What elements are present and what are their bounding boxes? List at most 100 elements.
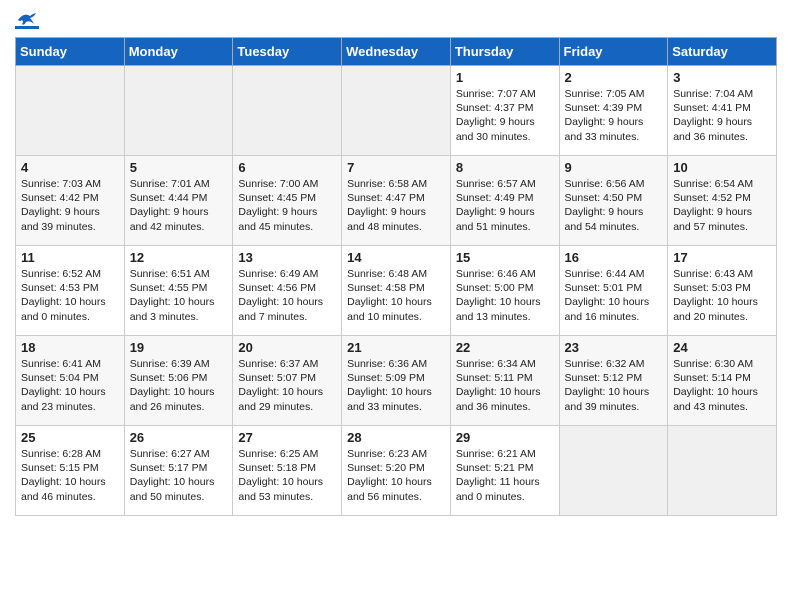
day-info: Sunrise: 6:41 AM Sunset: 5:04 PM Dayligh… <box>21 357 119 414</box>
day-number: 17 <box>673 250 771 265</box>
day-info: Sunrise: 6:43 AM Sunset: 5:03 PM Dayligh… <box>673 267 771 324</box>
calendar-cell <box>124 66 233 156</box>
day-number: 7 <box>347 160 445 175</box>
day-number: 14 <box>347 250 445 265</box>
calendar-cell: 4Sunrise: 7:03 AM Sunset: 4:42 PM Daylig… <box>16 156 125 246</box>
calendar-cell <box>342 66 451 156</box>
day-info: Sunrise: 6:37 AM Sunset: 5:07 PM Dayligh… <box>238 357 336 414</box>
day-number: 13 <box>238 250 336 265</box>
header-day-wednesday: Wednesday <box>342 38 451 66</box>
day-info: Sunrise: 6:51 AM Sunset: 4:55 PM Dayligh… <box>130 267 228 324</box>
day-number: 12 <box>130 250 228 265</box>
calendar-cell: 13 Sunrise: 6:49 AM Sunset: 4:56 PM Dayli… <box>233 246 342 336</box>
day-number: 16 <box>565 250 663 265</box>
calendar-cell <box>233 66 342 156</box>
calendar-cell: 6Sunrise: 7:00 AM Sunset: 4:45 PM Daylig… <box>233 156 342 246</box>
day-info: Sunrise: 7:01 AM Sunset: 4:44 PM Dayligh… <box>130 177 228 234</box>
day-number: 21 <box>347 340 445 355</box>
calendar-cell: 3 Sunrise: 7:04 AM Sunset: 4:41 PM Daylig… <box>668 66 777 156</box>
calendar-cell: 15 Sunrise: 6:46 AM Sunset: 5:00 PM Dayli… <box>450 246 559 336</box>
calendar-week-2: 4Sunrise: 7:03 AM Sunset: 4:42 PM Daylig… <box>16 156 777 246</box>
day-number: 10 <box>673 160 771 175</box>
day-number: 4 <box>21 160 119 175</box>
header-row: SundayMondayTuesdayWednesdayThursdayFrid… <box>16 38 777 66</box>
day-info: Sunrise: 7:04 AM Sunset: 4:41 PM Dayligh… <box>673 87 771 144</box>
day-info: Sunrise: 6:58 AM Sunset: 4:47 PM Dayligh… <box>347 177 445 234</box>
day-info: Sunrise: 6:56 AM Sunset: 4:50 PM Dayligh… <box>565 177 663 234</box>
calendar-cell: 12 Sunrise: 6:51 AM Sunset: 4:55 PM Dayli… <box>124 246 233 336</box>
calendar-cell: 11 Sunrise: 6:52 AM Sunset: 4:53 PM Dayli… <box>16 246 125 336</box>
calendar-cell: 8 Sunrise: 6:57 AM Sunset: 4:49 PM Daylig… <box>450 156 559 246</box>
day-number: 23 <box>565 340 663 355</box>
day-number: 20 <box>238 340 336 355</box>
day-number: 5 <box>130 160 228 175</box>
calendar-cell: 26 Sunrise: 6:27 AM Sunset: 5:17 PM Dayli… <box>124 426 233 516</box>
day-number: 22 <box>456 340 554 355</box>
calendar-week-3: 11 Sunrise: 6:52 AM Sunset: 4:53 PM Dayli… <box>16 246 777 336</box>
day-info: Sunrise: 6:32 AM Sunset: 5:12 PM Dayligh… <box>565 357 663 414</box>
page-header <box>15 10 777 29</box>
calendar-cell: 19 Sunrise: 6:39 AM Sunset: 5:06 PM Dayli… <box>124 336 233 426</box>
calendar-cell: 1 Sunrise: 7:07 AM Sunset: 4:37 PM Daylig… <box>450 66 559 156</box>
calendar-week-4: 18 Sunrise: 6:41 AM Sunset: 5:04 PM Dayli… <box>16 336 777 426</box>
day-info: Sunrise: 6:49 AM Sunset: 4:56 PM Dayligh… <box>238 267 336 324</box>
day-info: Sunrise: 6:52 AM Sunset: 4:53 PM Dayligh… <box>21 267 119 324</box>
calendar-cell <box>668 426 777 516</box>
day-number: 29 <box>456 430 554 445</box>
day-info: Sunrise: 6:57 AM Sunset: 4:49 PM Dayligh… <box>456 177 554 234</box>
calendar-cell <box>16 66 125 156</box>
day-info: Sunrise: 6:27 AM Sunset: 5:17 PM Dayligh… <box>130 447 228 504</box>
header-day-thursday: Thursday <box>450 38 559 66</box>
day-info: Sunrise: 6:54 AM Sunset: 4:52 PM Dayligh… <box>673 177 771 234</box>
day-number: 11 <box>21 250 119 265</box>
day-info: Sunrise: 6:34 AM Sunset: 5:11 PM Dayligh… <box>456 357 554 414</box>
day-info: Sunrise: 7:07 AM Sunset: 4:37 PM Dayligh… <box>456 87 554 144</box>
calendar-cell: 23 Sunrise: 6:32 AM Sunset: 5:12 PM Dayli… <box>559 336 668 426</box>
day-info: Sunrise: 7:05 AM Sunset: 4:39 PM Dayligh… <box>565 87 663 144</box>
calendar-body: 1 Sunrise: 7:07 AM Sunset: 4:37 PM Daylig… <box>16 66 777 516</box>
day-number: 2 <box>565 70 663 85</box>
calendar-cell: 21 Sunrise: 6:36 AM Sunset: 5:09 PM Dayli… <box>342 336 451 426</box>
calendar-header: SundayMondayTuesdayWednesdayThursdayFrid… <box>16 38 777 66</box>
calendar-cell: 29 Sunrise: 6:21 AM Sunset: 5:21 PM Dayli… <box>450 426 559 516</box>
calendar-cell: 24Sunrise: 6:30 AM Sunset: 5:14 PM Dayli… <box>668 336 777 426</box>
day-number: 27 <box>238 430 336 445</box>
calendar-cell: 20 Sunrise: 6:37 AM Sunset: 5:07 PM Dayli… <box>233 336 342 426</box>
day-info: Sunrise: 6:48 AM Sunset: 4:58 PM Dayligh… <box>347 267 445 324</box>
day-info: Sunrise: 6:21 AM Sunset: 5:21 PM Dayligh… <box>456 447 554 504</box>
day-info: Sunrise: 6:30 AM Sunset: 5:14 PM Dayligh… <box>673 357 771 414</box>
day-info: Sunrise: 6:44 AM Sunset: 5:01 PM Dayligh… <box>565 267 663 324</box>
calendar-cell: 18 Sunrise: 6:41 AM Sunset: 5:04 PM Dayli… <box>16 336 125 426</box>
day-number: 18 <box>21 340 119 355</box>
day-number: 26 <box>130 430 228 445</box>
day-number: 28 <box>347 430 445 445</box>
day-number: 6 <box>238 160 336 175</box>
header-day-monday: Monday <box>124 38 233 66</box>
day-number: 1 <box>456 70 554 85</box>
day-number: 8 <box>456 160 554 175</box>
calendar-cell: 9 Sunrise: 6:56 AM Sunset: 4:50 PM Daylig… <box>559 156 668 246</box>
calendar-cell: 17 Sunrise: 6:43 AM Sunset: 5:03 PM Dayli… <box>668 246 777 336</box>
day-info: Sunrise: 6:28 AM Sunset: 5:15 PM Dayligh… <box>21 447 119 504</box>
day-info: Sunrise: 6:36 AM Sunset: 5:09 PM Dayligh… <box>347 357 445 414</box>
calendar-cell: 22 Sunrise: 6:34 AM Sunset: 5:11 PM Dayli… <box>450 336 559 426</box>
calendar-cell: 14 Sunrise: 6:48 AM Sunset: 4:58 PM Dayli… <box>342 246 451 336</box>
calendar-week-5: 25 Sunrise: 6:28 AM Sunset: 5:15 PM Dayli… <box>16 426 777 516</box>
day-info: Sunrise: 6:46 AM Sunset: 5:00 PM Dayligh… <box>456 267 554 324</box>
header-day-tuesday: Tuesday <box>233 38 342 66</box>
logo <box>15 10 39 29</box>
calendar-week-1: 1 Sunrise: 7:07 AM Sunset: 4:37 PM Daylig… <box>16 66 777 156</box>
day-info: Sunrise: 6:25 AM Sunset: 5:18 PM Dayligh… <box>238 447 336 504</box>
day-info: Sunrise: 6:39 AM Sunset: 5:06 PM Dayligh… <box>130 357 228 414</box>
day-number: 19 <box>130 340 228 355</box>
calendar-cell: 28Sunrise: 6:23 AM Sunset: 5:20 PM Dayli… <box>342 426 451 516</box>
calendar-cell: 5 Sunrise: 7:01 AM Sunset: 4:44 PM Daylig… <box>124 156 233 246</box>
day-number: 15 <box>456 250 554 265</box>
calendar-table: SundayMondayTuesdayWednesdayThursdayFrid… <box>15 37 777 516</box>
day-number: 25 <box>21 430 119 445</box>
header-day-friday: Friday <box>559 38 668 66</box>
calendar-cell: 10 Sunrise: 6:54 AM Sunset: 4:52 PM Dayli… <box>668 156 777 246</box>
calendar-cell: 7 Sunrise: 6:58 AM Sunset: 4:47 PM Daylig… <box>342 156 451 246</box>
day-number: 3 <box>673 70 771 85</box>
day-number: 9 <box>565 160 663 175</box>
